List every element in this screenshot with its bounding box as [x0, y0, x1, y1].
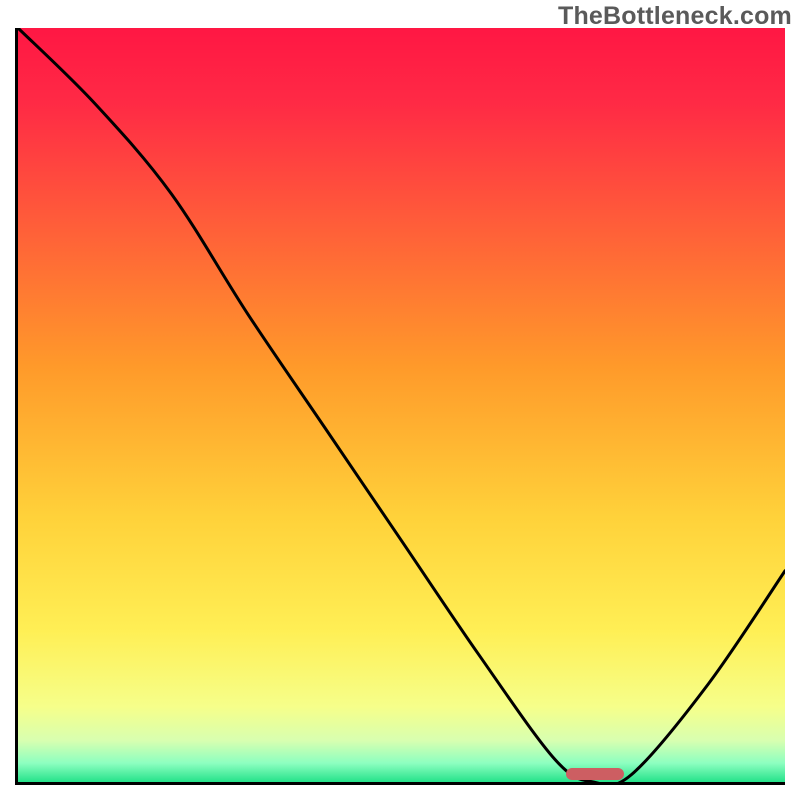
bottleneck-curve [18, 28, 785, 782]
stage: TheBottleneck.com [0, 0, 800, 800]
curve-layer [18, 28, 785, 782]
watermark-text: TheBottleneck.com [558, 2, 792, 31]
optimal-marker [566, 768, 624, 780]
